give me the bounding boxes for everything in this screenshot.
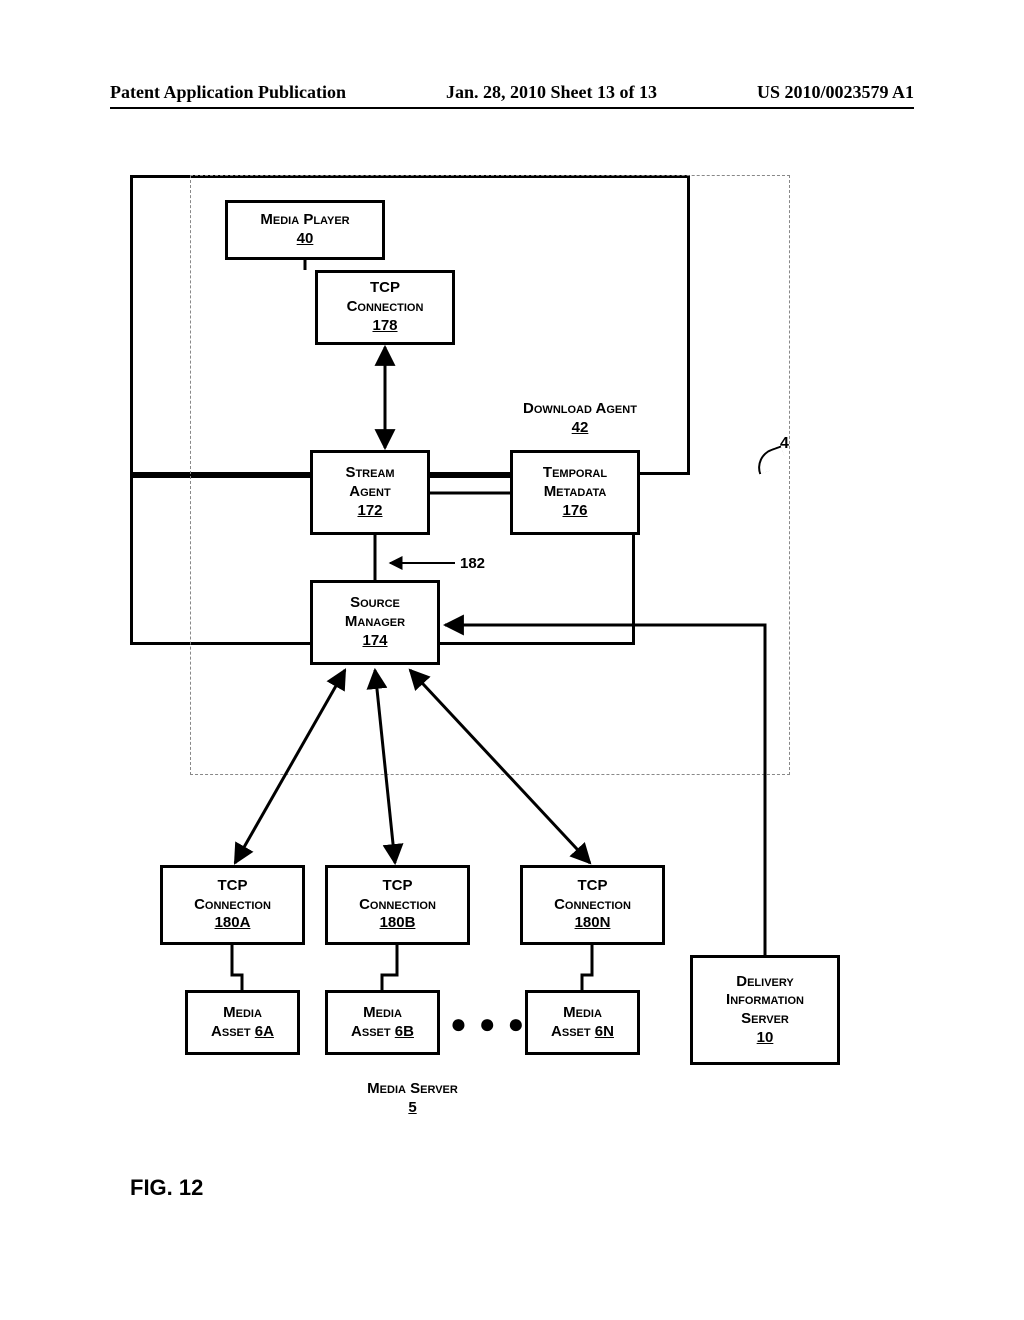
- media-asset-6b-box: Media Asset 6B: [325, 990, 440, 1055]
- asset6b-label2: Asset: [351, 1023, 391, 1040]
- media-player-label: Media Player: [260, 211, 349, 230]
- tcp180a-ref: 180A: [215, 914, 251, 933]
- media-server-ref: 5: [408, 1099, 416, 1116]
- delivery-info-server-box: Delivery Information Server 10: [690, 955, 840, 1065]
- ref-182-label: 182: [460, 555, 485, 572]
- download-agent-label: Download Agent 42: [480, 400, 680, 438]
- asset6b-ref: 6B: [395, 1023, 414, 1040]
- tcp-connection-178-box: TCP Connection 178: [315, 270, 455, 345]
- tcp-connection-180n-box: TCP Connection 180N: [520, 865, 665, 945]
- temporal-label1: Temporal: [543, 464, 607, 483]
- tcp180b-ref: 180B: [380, 914, 416, 933]
- tcp180b-label2: Connection: [359, 896, 436, 915]
- media-player-ref: 40: [297, 230, 314, 249]
- ellipsis-dots: ● ● ●: [450, 1008, 526, 1040]
- header-center: Jan. 28, 2010 Sheet 13 of 13: [446, 82, 657, 103]
- media-server-text: Media Server: [367, 1080, 458, 1097]
- source-mgr-ref: 174: [362, 632, 387, 651]
- tcp-connection-180a-box: TCP Connection 180A: [160, 865, 305, 945]
- tcp180n-label1: TCP: [578, 877, 608, 896]
- tcp178-label2: Connection: [347, 298, 424, 317]
- header-right: US 2010/0023579 A1: [757, 82, 914, 103]
- delivery-ref: 10: [757, 1029, 774, 1048]
- tcp178-ref: 178: [372, 317, 397, 336]
- asset6n-ref: 6N: [595, 1023, 614, 1040]
- ref-4-label: 4: [780, 435, 789, 453]
- delivery-label2: Information: [726, 991, 804, 1010]
- download-agent-ref: 42: [572, 419, 589, 436]
- page: Patent Application Publication Jan. 28, …: [0, 0, 1024, 1320]
- delivery-label3: Server: [741, 1010, 789, 1029]
- temporal-ref: 176: [562, 502, 587, 521]
- download-agent-text: Download Agent: [523, 400, 637, 417]
- asset6a-label2: Asset: [211, 1023, 251, 1040]
- temporal-metadata-box: Temporal Metadata 176: [510, 450, 640, 535]
- asset6a-label1: Media: [223, 1004, 262, 1023]
- tcp-connection-180b-box: TCP Connection 180B: [325, 865, 470, 945]
- page-header: Patent Application Publication Jan. 28, …: [110, 82, 914, 109]
- media-asset-6a-box: Media Asset 6A: [185, 990, 300, 1055]
- asset6a-ref: 6A: [255, 1023, 274, 1040]
- source-mgr-label2: Manager: [345, 613, 405, 632]
- stream-agent-label2: Agent: [349, 483, 390, 502]
- source-manager-box: Source Manager 174: [310, 580, 440, 665]
- asset6n-label2: Asset: [551, 1023, 591, 1040]
- media-server-label: Media Server 5: [160, 1080, 665, 1118]
- stream-agent-ref: 172: [357, 502, 382, 521]
- diagram: Media Player 40 TCP Connection 178 Downl…: [130, 175, 880, 1175]
- stream-agent-box: Stream Agent 172: [310, 450, 430, 535]
- asset6n-label1: Media: [563, 1004, 602, 1023]
- client-container-dashed: [190, 175, 790, 775]
- tcp180b-label1: TCP: [383, 877, 413, 896]
- tcp178-label1: TCP: [370, 279, 400, 298]
- asset6b-label1: Media: [363, 1004, 402, 1023]
- figure-label: FIG. 12: [130, 1175, 203, 1201]
- delivery-label1: Delivery: [736, 973, 794, 992]
- temporal-label2: Metadata: [544, 483, 607, 502]
- source-mgr-label1: Source: [350, 594, 400, 613]
- header-left: Patent Application Publication: [110, 82, 346, 103]
- media-asset-6n-box: Media Asset 6N: [525, 990, 640, 1055]
- tcp180n-ref: 180N: [575, 914, 611, 933]
- stream-agent-label1: Stream: [345, 464, 394, 483]
- media-player-box: Media Player 40: [225, 200, 385, 260]
- tcp180a-label1: TCP: [218, 877, 248, 896]
- tcp180a-label2: Connection: [194, 896, 271, 915]
- tcp180n-label2: Connection: [554, 896, 631, 915]
